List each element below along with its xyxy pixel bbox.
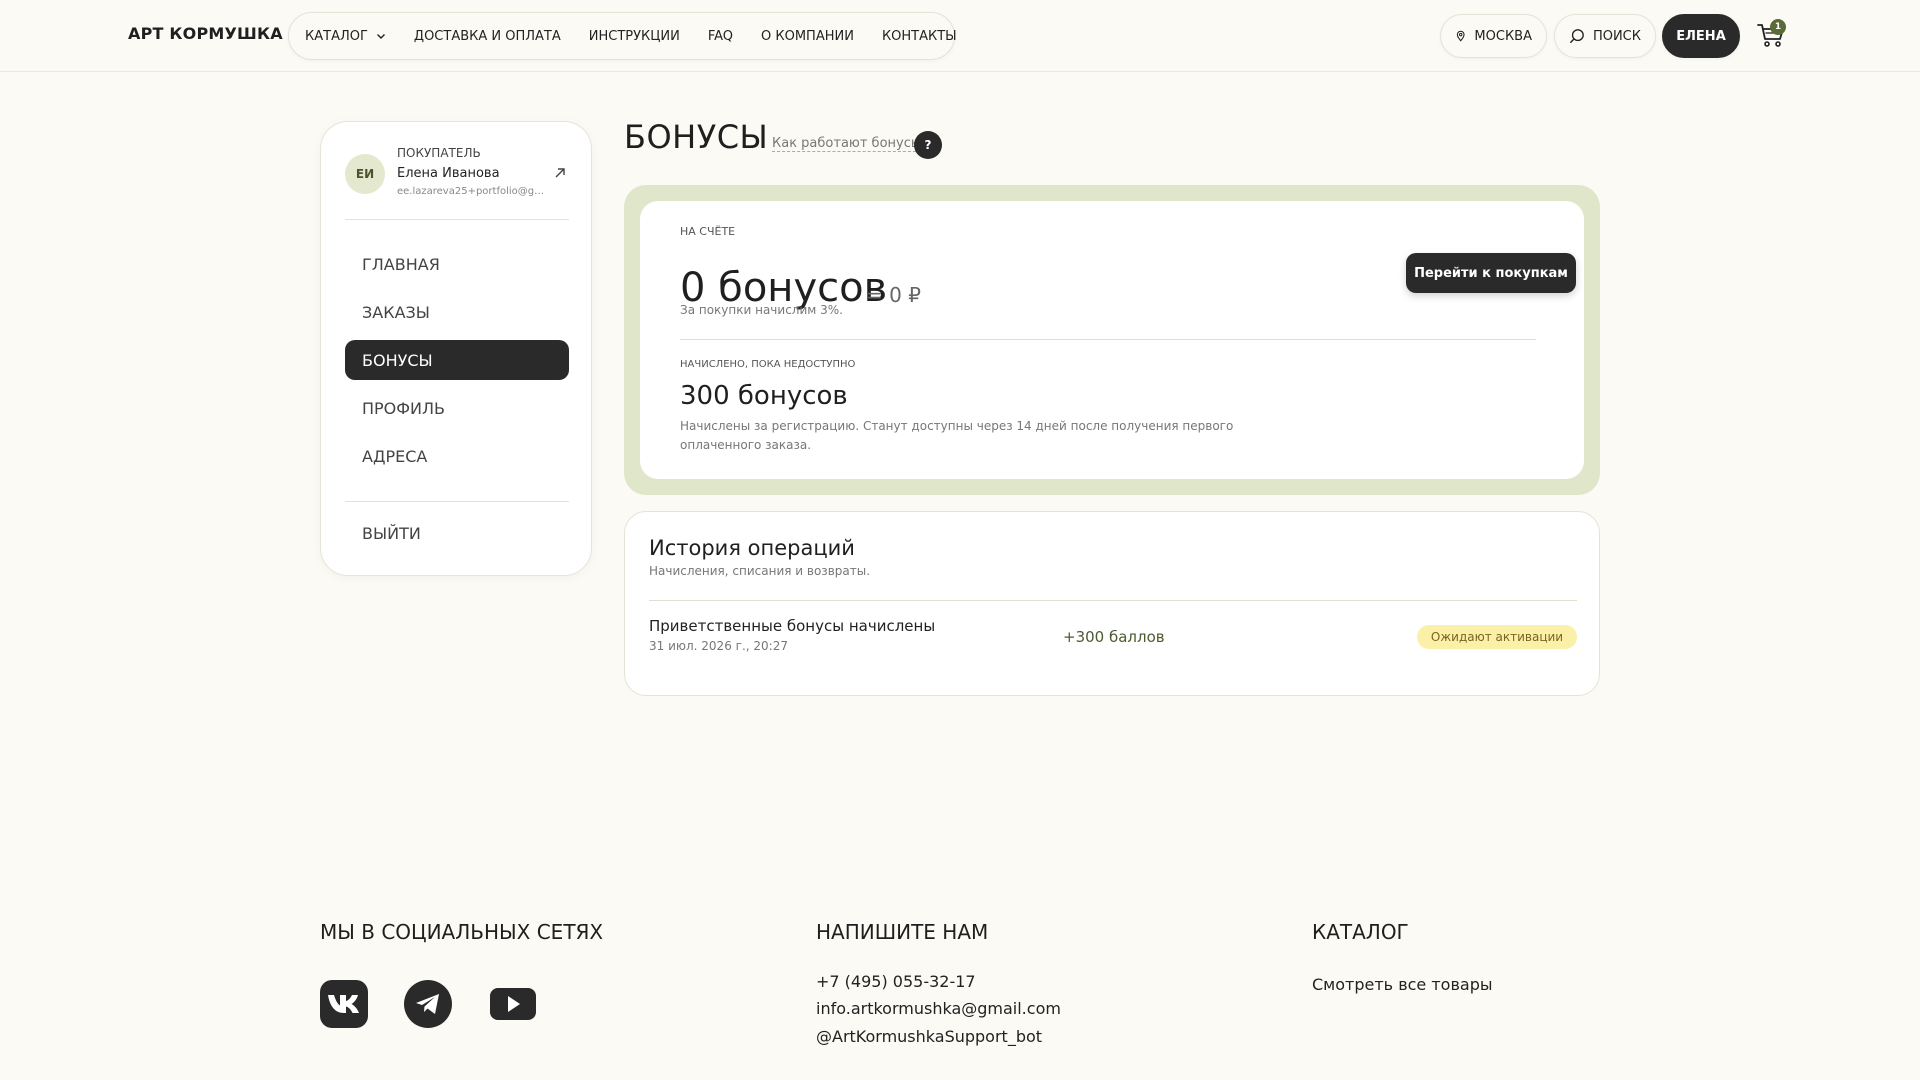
nav-contacts[interactable]: КОНТАКТЫ xyxy=(882,29,957,44)
nav-delivery[interactable]: ДОСТАВКА И ОПЛАТА xyxy=(414,29,561,44)
user-name: Елена Иванова xyxy=(397,166,500,181)
nav-catalog-label: КАТАЛОГ xyxy=(305,28,368,44)
search-label: ПОИСК xyxy=(1592,28,1641,44)
balance-note: За покупки начислим 3%. xyxy=(680,303,843,317)
site-logo[interactable]: АРТ КОРМУШКА xyxy=(128,24,283,43)
page-title: БОНУСЫ xyxy=(624,118,769,156)
vk-logo-glyph xyxy=(328,995,359,1013)
sidebar-item-addresses[interactable]: АДРЕСА xyxy=(345,436,569,476)
nav-instructions[interactable]: ИНСТРУКЦИИ xyxy=(589,29,680,44)
user-email: ee.lazareva25+portfolio@gm... xyxy=(397,186,547,197)
balance-rub-value: = 0 ₽ xyxy=(866,283,921,307)
chevron-down-icon xyxy=(376,34,385,39)
youtube-logo-glyph xyxy=(490,988,536,1020)
main-nav: КАТАЛОГ ДОСТАВКА И ОПЛАТА ИНСТРУКЦИИ FAQ… xyxy=(288,12,957,60)
sidebar-item-profile[interactable]: ПРОФИЛЬ xyxy=(345,388,569,428)
search-icon xyxy=(1570,29,1584,43)
avatar: ЕИ xyxy=(345,154,385,194)
go-shopping-button[interactable]: Перейти к покупкам xyxy=(1406,253,1576,293)
sidebar-item-logout[interactable]: ВЫЙТИ xyxy=(345,513,569,553)
pending-note-line-2: оплаченного заказа. xyxy=(680,438,812,452)
telegram-logo-glyph xyxy=(416,994,439,1014)
pending-amount: 300 бонусов xyxy=(680,381,848,411)
telegram-icon[interactable] xyxy=(404,980,452,1028)
footer-phone[interactable]: +7 (495) 055-32-17 xyxy=(816,972,976,991)
pending-note-line-1: Начислены за регистрацию. Станут доступн… xyxy=(680,419,1234,433)
help-icon[interactable]: ? xyxy=(914,131,942,159)
external-link-icon[interactable] xyxy=(553,166,567,180)
history-panel: История операций Начисления, списания и … xyxy=(624,511,1600,696)
operation-title: Приветственные бонусы начислены xyxy=(649,617,936,635)
sidebar-divider xyxy=(345,219,569,220)
footer-email[interactable]: info.artkormushka@gmail.com xyxy=(816,999,1061,1018)
history-divider xyxy=(649,600,1577,601)
nav-faq[interactable]: FAQ xyxy=(708,29,733,44)
balance-divider xyxy=(680,339,1536,340)
how-bonuses-work-link[interactable]: Как работают бонусы xyxy=(772,136,922,152)
operation-amount: +300 баллов xyxy=(1063,628,1165,646)
sidebar-divider xyxy=(345,501,569,502)
nav-catalog[interactable]: КАТАЛОГ xyxy=(305,29,386,44)
location-pin-icon xyxy=(1456,30,1465,42)
footer-telegram-bot[interactable]: @ArtKormushkaSupport_bot xyxy=(816,1027,1042,1046)
vk-icon[interactable] xyxy=(320,980,368,1028)
pending-label: НАЧИСЛЕНО, ПОКА НЕДОСТУПНО xyxy=(680,359,856,370)
city-label: МОСКВА xyxy=(1474,28,1532,44)
footer-contact-title: НАПИШИТЕ НАМ xyxy=(816,920,989,944)
footer-social-title: МЫ В СОЦИАЛЬНЫХ СЕТЯХ xyxy=(320,920,604,944)
status-badge: Ожидают активации xyxy=(1417,625,1577,649)
sidebar-item-orders[interactable]: ЗАКАЗЫ xyxy=(345,292,569,332)
balance-card: НА СЧЁТЕ 0 бонусов = 0 ₽ За покупки начи… xyxy=(640,201,1584,479)
search-button[interactable]: ПОИСК xyxy=(1554,14,1656,58)
user-role: ПОКУПАТЕЛЬ xyxy=(397,146,481,160)
history-subtitle: Начисления, списания и возвраты. xyxy=(649,564,871,578)
city-selector[interactable]: МОСКВА xyxy=(1440,14,1547,58)
footer-catalog-title: КАТАЛОГ xyxy=(1312,920,1409,944)
nav-about[interactable]: О КОМПАНИИ xyxy=(761,29,854,44)
user-menu-button[interactable]: ЕЛЕНА xyxy=(1662,14,1740,58)
youtube-icon[interactable] xyxy=(489,980,537,1028)
sidebar-item-home[interactable]: ГЛАВНАЯ xyxy=(345,244,569,284)
site-header: АРТ КОРМУШКА КАТАЛОГ ДОСТАВКА И ОПЛАТА И… xyxy=(0,0,1920,72)
history-title: История операций xyxy=(649,536,855,560)
operation-date: 31 июл. 2026 г., 20:27 xyxy=(649,639,788,653)
balance-label: НА СЧЁТЕ xyxy=(680,225,736,238)
account-sidebar: ЕИ ПОКУПАТЕЛЬ Елена Иванова ee.lazareva2… xyxy=(320,121,592,576)
footer-catalog-link[interactable]: Смотреть все товары xyxy=(1312,975,1492,994)
balance-panel: НА СЧЁТЕ 0 бонусов = 0 ₽ За покупки начи… xyxy=(624,185,1600,495)
sidebar-item-bonuses[interactable]: БОНУСЫ xyxy=(345,340,569,380)
cart-count-badge: 1 xyxy=(1770,19,1786,35)
